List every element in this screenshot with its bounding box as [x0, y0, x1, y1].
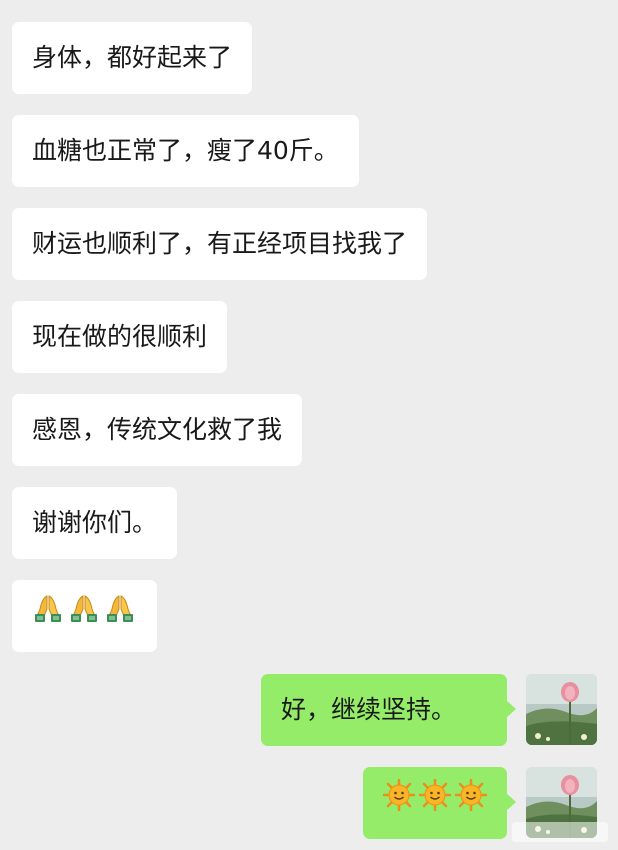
sun-icon: [418, 767, 452, 839]
message-bubble-outgoing[interactable]: [363, 767, 516, 839]
sun-icon: [382, 767, 416, 839]
message-text: 感恩，传统文化救了我: [32, 415, 283, 444]
message-bubble-outgoing[interactable]: 好，继续坚持。: [261, 674, 516, 746]
pray-icon: [68, 580, 100, 652]
message-text: 谢谢你们。: [32, 508, 158, 537]
message-text: 血糖也正常了，瘦了40斤。: [32, 136, 339, 165]
message-bubble-incoming[interactable]: 感恩，传统文化救了我: [12, 394, 303, 466]
message-bubble-incoming[interactable]: [12, 580, 157, 652]
pray-icon: [32, 580, 64, 652]
message-text: 现在做的很顺利: [32, 322, 208, 351]
message-bubble-incoming[interactable]: 血糖也正常了，瘦了40斤。: [12, 115, 359, 187]
message-text: 身体，都好起来了: [32, 43, 233, 72]
message-text: 财运也顺利了，有正经项目找我了: [32, 229, 408, 258]
message-bubble-incoming[interactable]: 现在做的很顺利: [12, 301, 228, 373]
pray-icon: [104, 580, 136, 652]
emoji-row: [382, 767, 488, 839]
message-bubble-incoming[interactable]: 谢谢你们。: [12, 487, 178, 559]
watermark: [512, 822, 608, 842]
message-bubble-incoming[interactable]: 身体，都好起来了: [12, 22, 253, 94]
message-bubble-incoming[interactable]: 财运也顺利了，有正经项目找我了: [12, 208, 428, 280]
message-text: 好，继续坚持。: [281, 695, 457, 724]
avatar[interactable]: [526, 674, 597, 745]
emoji-row: [32, 580, 137, 652]
sun-icon: [454, 767, 488, 839]
